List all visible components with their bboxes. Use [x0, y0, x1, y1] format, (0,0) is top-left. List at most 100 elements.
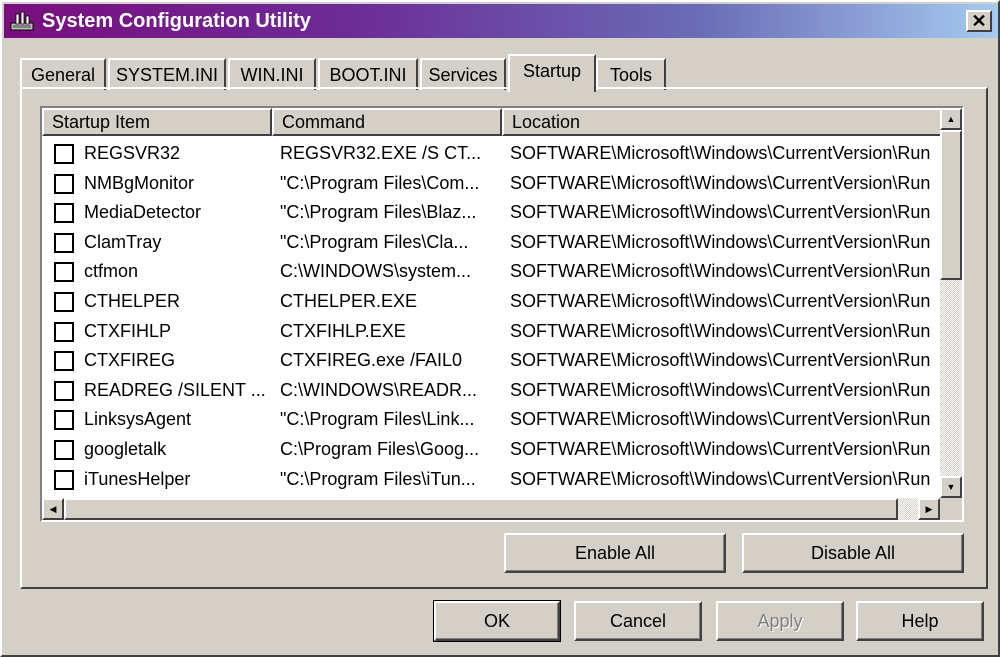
startup-item-command: CTHELPER.EXE	[280, 291, 418, 311]
tab-label: General	[30, 64, 96, 85]
startup-item-command: CTXFIHLP.EXE	[280, 320, 406, 341]
table-row[interactable]: READREG /SILENT ... C:\WINDOWS\READR... …	[42, 376, 940, 406]
startup-item-checkbox[interactable]	[54, 440, 74, 460]
scroll-up-button[interactable]: ▲	[940, 108, 962, 130]
horizontal-scroll-thumb[interactable]	[64, 498, 898, 520]
startup-item-location: SOFTWARE\Microsoft\Windows\CurrentVersio…	[510, 261, 931, 282]
startup-item-location: SOFTWARE\Microsoft\Windows\CurrentVersio…	[510, 172, 931, 193]
startup-item-command: CTXFIREG.exe /FAIL0	[280, 350, 463, 371]
ok-button[interactable]: OK	[433, 600, 561, 642]
scroll-left-button[interactable]: ◀	[42, 498, 64, 520]
tab-services[interactable]: Services	[420, 58, 506, 90]
disable-all-label: Disable All	[810, 542, 896, 563]
startup-list-viewport: Startup Item Command Location REGSVR32 R…	[42, 108, 940, 498]
startup-item-command: "C:\Program Files\iTun...	[280, 468, 476, 489]
tab-label: Services	[428, 64, 498, 85]
startup-item-command: C:\WINDOWS\system...	[280, 261, 471, 282]
scroll-down-button[interactable]: ▼	[940, 476, 962, 498]
close-button[interactable]: ✕	[966, 10, 992, 32]
startup-item-location: SOFTWARE\Microsoft\Windows\CurrentVersio…	[510, 143, 931, 163]
table-row[interactable]: LinksysAgent "C:\Program Files\Link... S…	[42, 405, 940, 435]
tab-system-ini[interactable]: SYSTEM.INI	[108, 58, 226, 90]
vertical-scrollbar[interactable]: ▲ ▼	[940, 108, 962, 498]
startup-item-checkbox[interactable]	[54, 321, 74, 342]
tab-boot-ini[interactable]: BOOT.INI	[318, 58, 418, 90]
startup-item-name: MediaDetector	[84, 202, 202, 223]
startup-item-checkbox[interactable]	[54, 232, 74, 253]
startup-item-name: CTXFIREG	[84, 350, 176, 371]
list-header: Startup Item Command Location	[42, 108, 940, 136]
startup-item-checkbox[interactable]	[54, 469, 74, 490]
startup-item-name: REGSVR32	[84, 143, 181, 163]
startup-item-checkbox[interactable]	[54, 203, 74, 224]
scroll-right-button[interactable]: ▶	[918, 498, 940, 520]
startup-item-checkbox[interactable]	[54, 380, 74, 401]
table-row[interactable]: NMBgMonitor "C:\Program Files\Com... SOF…	[42, 169, 940, 199]
startup-item-location: SOFTWARE\Microsoft\Windows\CurrentVersio…	[510, 409, 931, 430]
help-label: Help	[901, 610, 939, 631]
arrow-left-icon: ◀	[49, 503, 57, 514]
ok-label: OK	[483, 610, 510, 631]
startup-item-checkbox[interactable]	[54, 410, 74, 431]
table-row[interactable]: iTunesHelper "C:\Program Files\iTun... S…	[42, 465, 940, 495]
startup-item-checkbox[interactable]	[54, 351, 74, 372]
startup-item-location: SOFTWARE\Microsoft\Windows\CurrentVersio…	[510, 291, 931, 311]
column-header-location[interactable]: Location	[502, 108, 940, 136]
arrow-right-icon: ▶	[925, 503, 933, 514]
startup-item-name: CTXFIHLP	[84, 320, 172, 341]
title-bar[interactable]: System Configuration Utility ✕	[4, 4, 998, 38]
startup-item-location: SOFTWARE\Microsoft\Windows\CurrentVersio…	[510, 468, 931, 489]
tab-general[interactable]: General	[20, 58, 106, 90]
cancel-label: Cancel	[609, 610, 667, 631]
msconfig-app-icon	[10, 11, 34, 31]
startup-item-command: C:\WINDOWS\READR...	[280, 379, 477, 400]
startup-item-name: ClamTray	[84, 231, 162, 252]
table-row[interactable]: googletalk C:\Program Files\Goog... SOFT…	[42, 435, 940, 465]
startup-item-name: NMBgMonitor	[84, 172, 195, 193]
horizontal-scrollbar[interactable]: ◀ ▶	[42, 498, 940, 520]
tab-label: BOOT.INI	[329, 64, 407, 85]
startup-item-command: "C:\Program Files\Cla...	[280, 231, 469, 252]
column-header-startup-item[interactable]: Startup Item	[42, 108, 272, 136]
arrow-down-icon: ▼	[946, 481, 956, 492]
enable-all-button[interactable]: Enable All	[504, 533, 726, 573]
startup-item-command: REGSVR32.EXE /S CT...	[280, 143, 482, 163]
table-row[interactable]: CTXFIHLP CTXFIHLP.EXE SOFTWARE\Microsoft…	[42, 317, 940, 347]
help-button[interactable]: Help	[856, 601, 984, 641]
startup-item-name: ctfmon	[84, 261, 139, 282]
table-row[interactable]: REGSVR32 REGSVR32.EXE /S CT... SOFTWARE\…	[42, 139, 940, 169]
disable-all-button[interactable]: Disable All	[742, 533, 964, 573]
tab-label: SYSTEM.INI	[115, 64, 218, 85]
enable-all-label: Enable All	[574, 542, 656, 563]
startup-item-command: "C:\Program Files\Com...	[280, 172, 480, 193]
table-row[interactable]: CTHELPER CTHELPER.EXE SOFTWARE\Microsoft…	[42, 287, 940, 317]
tab-label: Startup	[522, 60, 582, 81]
vertical-scroll-thumb[interactable]	[940, 130, 962, 280]
startup-item-name: googletalk	[84, 439, 167, 459]
startup-item-location: SOFTWARE\Microsoft\Windows\CurrentVersio…	[510, 439, 931, 459]
table-row[interactable]: CTXFIREG CTXFIREG.exe /FAIL0 SOFTWARE\Mi…	[42, 346, 940, 376]
startup-item-location: SOFTWARE\Microsoft\Windows\CurrentVersio…	[510, 379, 931, 400]
startup-item-checkbox[interactable]	[54, 144, 74, 164]
tab-tools[interactable]: Tools	[596, 58, 666, 90]
table-row[interactable]: ctfmon C:\WINDOWS\system... SOFTWARE\Mic…	[42, 257, 940, 287]
startup-item-location: SOFTWARE\Microsoft\Windows\CurrentVersio…	[510, 231, 931, 252]
startup-item-name: CTHELPER	[84, 291, 181, 311]
startup-list[interactable]: Startup Item Command Location REGSVR32 R…	[40, 106, 964, 522]
startup-item-name: iTunesHelper	[84, 468, 191, 489]
column-header-command[interactable]: Command	[272, 108, 502, 136]
cancel-button[interactable]: Cancel	[574, 601, 702, 641]
startup-item-checkbox[interactable]	[54, 173, 74, 194]
apply-label: Apply	[757, 610, 803, 631]
startup-item-checkbox[interactable]	[54, 292, 74, 312]
tab-win-ini[interactable]: WIN.INI	[228, 58, 316, 90]
startup-item-checkbox[interactable]	[54, 262, 74, 283]
apply-button: Apply	[716, 601, 844, 641]
tab-startup[interactable]: Startup	[508, 54, 596, 92]
startup-item-name: READREG /SILENT ...	[84, 379, 266, 400]
table-row[interactable]: ClamTray "C:\Program Files\Cla... SOFTWA…	[42, 228, 940, 258]
table-row[interactable]: MediaDetector "C:\Program Files\Blaz... …	[42, 198, 940, 228]
startup-item-command: "C:\Program Files\Blaz...	[280, 202, 477, 223]
dialog-window: System Configuration Utility ✕ General S…	[0, 0, 1000, 657]
startup-item-command: "C:\Program Files\Link...	[280, 409, 475, 430]
